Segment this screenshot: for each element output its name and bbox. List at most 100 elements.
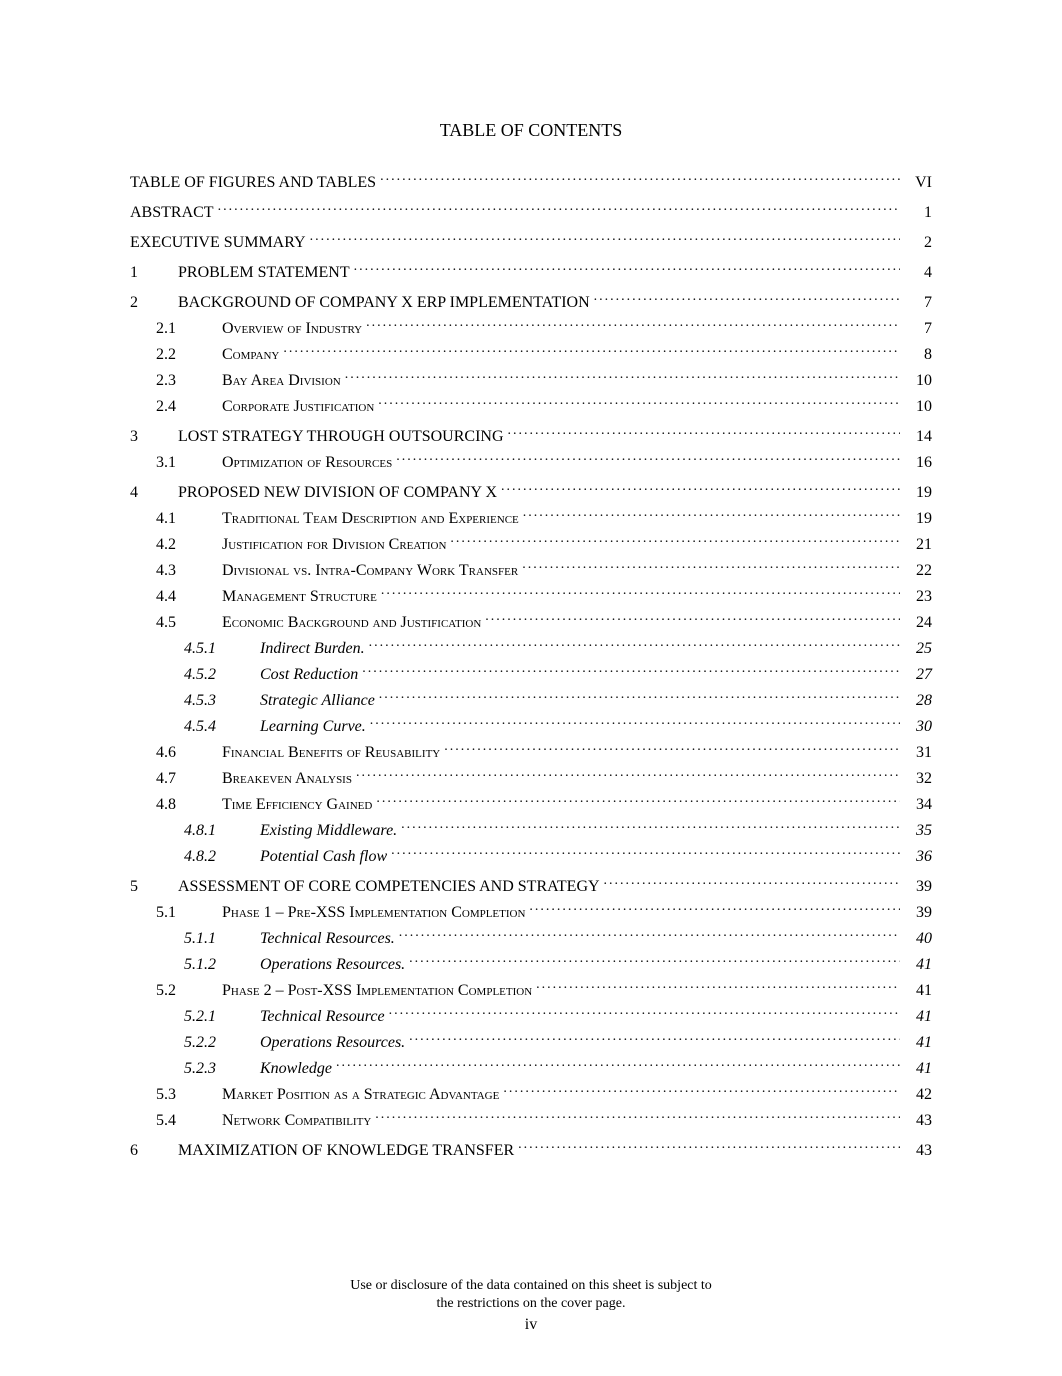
toc-entry-page: VI — [904, 171, 932, 195]
toc-leader-dots — [375, 1109, 900, 1125]
footer-line-1: Use or disclosure of the data contained … — [130, 1277, 932, 1295]
toc-leader-dots — [378, 395, 900, 411]
toc-entry: EXECUTIVE SUMMARY 2 — [130, 231, 932, 255]
toc-entry: 5 ASSESSMENT OF CORE COMPETENCIES AND STR… — [130, 875, 932, 899]
toc-leader-dots — [376, 793, 900, 809]
toc-entry-number: 5.4 — [156, 1109, 202, 1133]
toc-entry: 4.7Breakeven Analysis32 — [156, 767, 932, 791]
toc-entry: 5.2Phase 2 – Post-XSS Implementation Com… — [156, 979, 932, 1003]
toc-entry-page: 23 — [904, 585, 932, 609]
toc-entry-page: 10 — [904, 369, 932, 393]
toc-leader-dots — [310, 231, 900, 247]
toc-entry-page: 22 — [904, 559, 932, 583]
toc-leader-dots — [396, 451, 900, 467]
toc-entry-page: 35 — [904, 819, 932, 843]
toc-entry-title: ASSESSMENT OF CORE COMPETENCIES AND STRA… — [178, 875, 600, 899]
toc-entry-title: Traditional Team Description and Experie… — [222, 507, 519, 531]
toc-entry-number: 4.8.1 — [184, 819, 240, 843]
toc-entry-title: Operations Resources. — [260, 1031, 405, 1055]
toc-leader-dots — [218, 201, 900, 217]
toc-entry: 4.5.2Cost Reduction27 — [184, 663, 932, 687]
toc-entry-title: TABLE OF FIGURES AND TABLES — [130, 171, 376, 195]
toc-entry: 2.1Overview of Industry7 — [156, 317, 932, 341]
toc-entry-title: Phase 1 – Pre-XSS Implementation Complet… — [222, 901, 525, 925]
toc-entry: 4.4Management Structure23 — [156, 585, 932, 609]
toc-entry-page: 8 — [904, 343, 932, 367]
toc-leader-dots — [508, 425, 901, 441]
toc-leader-dots — [485, 611, 900, 627]
toc-entry-title: Optimization of Resources — [222, 451, 392, 475]
toc-entry-page: 41 — [904, 1057, 932, 1081]
toc-leader-dots — [362, 663, 900, 679]
toc-leader-dots — [369, 637, 900, 653]
toc-heading: TABLE OF CONTENTS — [130, 120, 932, 141]
toc-entry-number: 6 — [130, 1139, 158, 1163]
toc-leader-dots — [501, 481, 900, 497]
toc-entry: 5.3 Market Position as a Strategic Advant… — [156, 1083, 932, 1107]
toc-entry-title: Potential Cash flow — [260, 845, 387, 869]
toc-leader-dots — [503, 1083, 900, 1099]
toc-entry-page: 41 — [904, 953, 932, 977]
toc-entry: 2.4Corporate Justification10 — [156, 395, 932, 419]
toc-entry-number: 4.1 — [156, 507, 202, 531]
toc-entry: 5.1.1Technical Resources.40 — [184, 927, 932, 951]
toc-entry-page: 32 — [904, 767, 932, 791]
toc-entry-page: 41 — [904, 1005, 932, 1029]
toc-entry-page: 19 — [904, 507, 932, 531]
toc-entry-number: 3 — [130, 425, 158, 449]
toc-entry-page: 7 — [904, 317, 932, 341]
toc-entry-title: PROBLEM STATEMENT — [178, 261, 350, 285]
toc-entry-number: 2.2 — [156, 343, 202, 367]
toc-leader-dots — [409, 1031, 900, 1047]
toc-entry: 1PROBLEM STATEMENT4 — [130, 261, 932, 285]
page-number: iv — [130, 1315, 932, 1336]
toc-entry-page: 2 — [904, 231, 932, 255]
toc-entry: 4.5.1Indirect Burden.25 — [184, 637, 932, 661]
toc-leader-dots — [401, 819, 900, 835]
page: TABLE OF CONTENTS TABLE OF FIGURES AND T… — [0, 0, 1062, 1376]
toc-entry: 2.3Bay Area Division10 — [156, 369, 932, 393]
toc-entry-page: 10 — [904, 395, 932, 419]
toc-body: TABLE OF FIGURES AND TABLES VI ABSTRACT1 EX… — [130, 171, 932, 1163]
toc-leader-dots — [523, 507, 900, 523]
toc-leader-dots — [380, 171, 900, 187]
toc-entry-page: 24 — [904, 611, 932, 635]
toc-leader-dots — [518, 1139, 900, 1155]
footer-line-2: the restrictions on the cover page. — [130, 1295, 932, 1313]
toc-entry-page: 27 — [904, 663, 932, 687]
toc-leader-dots — [444, 741, 900, 757]
toc-entry-number: 4.5.3 — [184, 689, 240, 713]
toc-leader-dots — [522, 559, 900, 575]
toc-leader-dots — [356, 767, 900, 783]
toc-entry-title: Management Structure — [222, 585, 377, 609]
toc-entry-title: Market Position as a Strategic Advantage — [222, 1083, 499, 1107]
toc-entry: 2BACKGROUND OF COMPANY X ERP IMPLEMENTAT… — [130, 291, 932, 315]
toc-entry-page: 30 — [904, 715, 932, 739]
toc-entry-title: PROPOSED NEW DIVISION OF COMPANY X — [178, 481, 497, 505]
toc-leader-dots — [409, 953, 900, 969]
toc-entry: 3.1Optimization of Resources16 — [156, 451, 932, 475]
toc-entry: 4.5.4Learning Curve.30 — [184, 715, 932, 739]
toc-entry-page: 7 — [904, 291, 932, 315]
toc-entry-number: 5.2 — [156, 979, 202, 1003]
toc-entry-number: 5.1.1 — [184, 927, 240, 951]
toc-entry-page: 43 — [904, 1139, 932, 1163]
toc-entry: 5.4Network Compatibility43 — [156, 1109, 932, 1133]
toc-entry-page: 40 — [904, 927, 932, 951]
toc-entry: ABSTRACT1 — [130, 201, 932, 225]
toc-leader-dots — [594, 291, 900, 307]
toc-entry-page: 28 — [904, 689, 932, 713]
toc-leader-dots — [379, 689, 900, 705]
toc-entry-title: Knowledge — [260, 1057, 332, 1081]
toc-leader-dots — [450, 533, 900, 549]
toc-entry-number: 5.1.2 — [184, 953, 240, 977]
toc-entry: 2.2Company8 — [156, 343, 932, 367]
toc-entry: 3LOST STRATEGY THROUGH OUTSOURCING14 — [130, 425, 932, 449]
toc-entry-number: 5.2.1 — [184, 1005, 240, 1029]
toc-entry-number: 4.8 — [156, 793, 202, 817]
toc-entry-title: EXECUTIVE SUMMARY — [130, 231, 306, 255]
toc-entry-number: 5.3 — [156, 1083, 202, 1107]
toc-entry-title: MAXIMIZATION OF KNOWLEDGE TRANSFER — [178, 1139, 514, 1163]
toc-leader-dots — [391, 845, 900, 861]
toc-entry-number: 5 — [130, 875, 158, 899]
